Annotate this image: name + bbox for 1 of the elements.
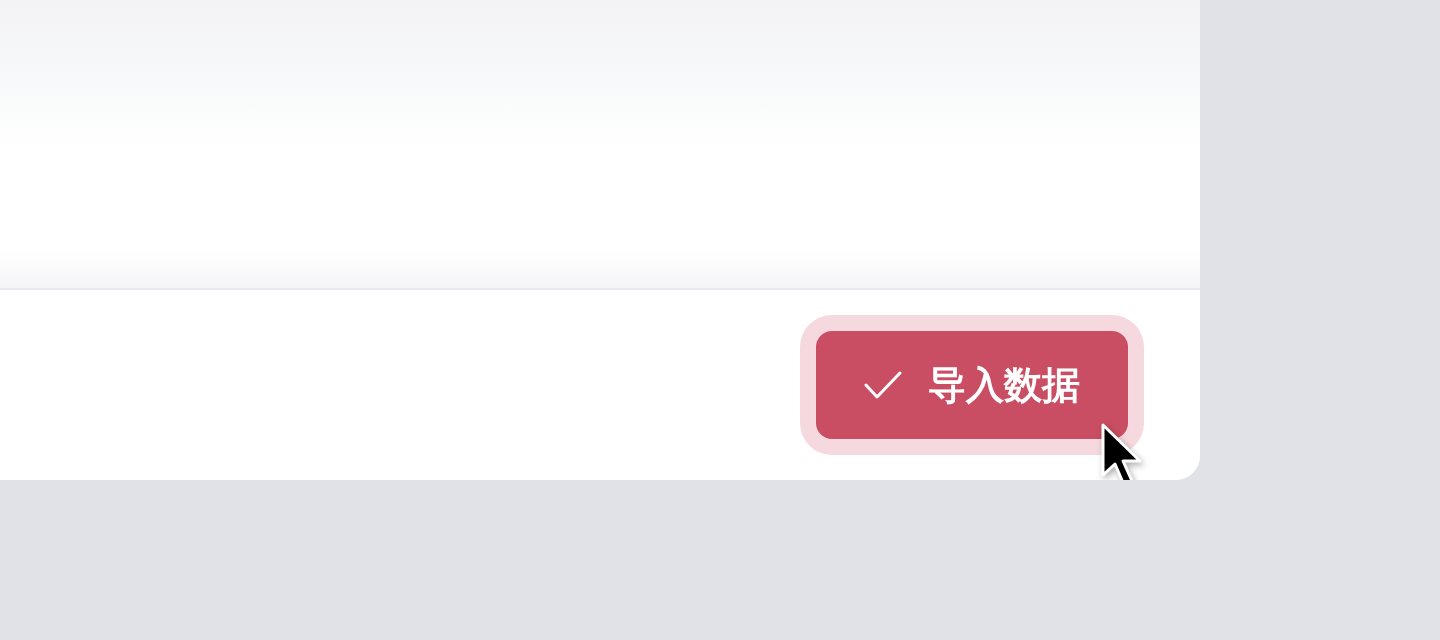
- checkmark-icon: [864, 371, 902, 399]
